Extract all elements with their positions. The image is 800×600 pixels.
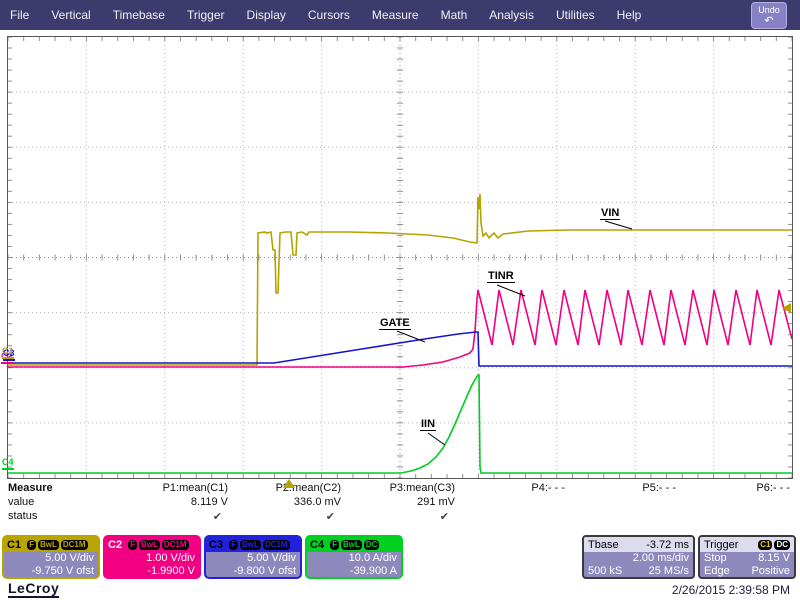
channel-offset: -39.900 A (311, 565, 397, 578)
measure-status-check: ✔ (223, 510, 341, 523)
menu-item-vertical[interactable]: Vertical (51, 8, 90, 22)
measure-column-p4[interactable]: P4:- - - (447, 482, 565, 523)
trigger-box[interactable]: Trigger C1 DC Stop 8.15 V Edge Positive (698, 535, 796, 579)
channel-id: C2 (108, 539, 122, 551)
undo-button[interactable]: Undo ↶ (751, 2, 787, 29)
oscilloscope-screen: File Vertical Timebase Trigger Display Cursor… (0, 0, 800, 600)
channel-id: C3 (209, 539, 223, 551)
measure-value: 336.0 mV (223, 496, 341, 510)
channel-box-c1[interactable]: C1 FBwLDC1M 5.00 V/div-9.750 V ofst (2, 535, 100, 579)
timebase-samples: 500 kS (588, 565, 622, 578)
measure-name: P1:mean(C1) (110, 482, 228, 496)
measure-status-check (447, 510, 565, 523)
datetime-display: 2/26/2015 2:39:58 PM (672, 583, 790, 597)
channel-badge-f: F (229, 540, 238, 550)
measure-status-check (672, 510, 790, 523)
menu-item-help[interactable]: Help (617, 8, 642, 22)
timebase-box[interactable]: Tbase -3.72 ms 2.00 ms/div 500 kS 25 MS/s (582, 535, 695, 579)
channel-offset: -9.800 V ofst (210, 565, 296, 578)
channel-box-c2[interactable]: C2 FBwLDC1M 1.00 V/div-1.9900 V (103, 535, 201, 579)
channel-scale: 10.0 A/div (311, 552, 397, 565)
timebase-delay: -3.72 ms (646, 539, 689, 551)
trigger-type: Edge (704, 565, 730, 578)
channel-badge-f: F (27, 540, 36, 550)
measure-column-p3[interactable]: P3:mean(C3)291 mV✔ (337, 482, 455, 523)
menu-item-display[interactable]: Display (247, 8, 286, 22)
channel-offset: -9.750 V ofst (8, 565, 94, 578)
channel-badge-dc: DC (364, 540, 380, 550)
measure-status-check: ✔ (110, 510, 228, 523)
channel-badge-bwl: BwL (139, 540, 160, 550)
trigger-source-badge: C1 (758, 540, 772, 550)
trigger-level-marker[interactable] (782, 303, 791, 313)
measure-name: P3:mean(C3) (337, 482, 455, 496)
measure-column-p2[interactable]: P2:mean(C2)336.0 mV✔ (223, 482, 341, 523)
footer-bar: LeCroy 2/26/2015 2:39:58 PM (0, 580, 800, 600)
channel-box-c4[interactable]: C4 FBwLDC 10.0 A/div-39.900 A (305, 535, 403, 579)
lecroy-logo: LeCroy (8, 581, 59, 598)
timebase-scale: 2.00 ms/div (633, 552, 689, 565)
channel-offset: -1.9900 V (109, 565, 195, 578)
menu-item-measure[interactable]: Measure (372, 8, 419, 22)
measure-value: 8.119 V (110, 496, 228, 510)
measure-name: P6:- - - (672, 482, 790, 496)
menu-item-utilities[interactable]: Utilities (556, 8, 595, 22)
trace-annotation-iin: IIN (420, 418, 436, 431)
channel-id: C4 (310, 539, 324, 551)
measure-row-status-label: status (8, 510, 37, 522)
trace-annotation-gate: GATE (379, 317, 411, 330)
measure-name: P4:- - - (447, 482, 565, 496)
trigger-slope: Positive (751, 565, 790, 578)
menu-item-trigger[interactable]: Trigger (187, 8, 225, 22)
measure-column-p5[interactable]: P5:- - - (558, 482, 676, 523)
measure-name: P2:mean(C2) (223, 482, 341, 496)
measure-readout: Measure value status P1:mean(C1)8.119 V✔… (0, 480, 800, 534)
measure-value (672, 496, 790, 510)
channel-badge-f: F (330, 540, 339, 550)
channel-box-c3[interactable]: C3 FBwLDC1M 5.00 V/div-9.800 V ofst (204, 535, 302, 579)
trigger-label: Trigger (704, 539, 738, 551)
channel-badge-bwl: BwL (341, 540, 362, 550)
undo-icon: ↶ (752, 16, 786, 26)
measure-status-check (558, 510, 676, 523)
channel-badge-dc1m: DC1M (263, 540, 290, 550)
measure-value (558, 496, 676, 510)
channel-badge-dc1m: DC1M (61, 540, 88, 550)
trace-annotation-tinr: TINR (487, 270, 515, 283)
measure-title: Measure (8, 482, 53, 494)
measure-row-value-label: value (8, 496, 34, 508)
menu-item-timebase[interactable]: Timebase (113, 8, 165, 22)
menu-item-math[interactable]: Math (441, 8, 468, 22)
measure-value: 291 mV (337, 496, 455, 510)
channel-scale: 5.00 V/div (210, 552, 296, 565)
channel-id: C1 (7, 539, 21, 551)
waveform-grid[interactable]: VIN TINR GATE IIN (7, 36, 793, 479)
ground-marker-c4[interactable]: C4 (2, 458, 14, 470)
measure-column-p6[interactable]: P6:- - - (672, 482, 790, 523)
channel-scale: 1.00 V/div (109, 552, 195, 565)
trigger-time-marker[interactable] (283, 479, 295, 488)
ground-marker-c1[interactable]: C1 (2, 347, 14, 359)
channel-badge-f: F (128, 540, 137, 550)
timebase-label: Tbase (588, 539, 619, 551)
menu-item-analysis[interactable]: Analysis (489, 8, 534, 22)
trigger-coupling-badge: DC (774, 540, 790, 550)
channel-scale: 5.00 V/div (8, 552, 94, 565)
menu-bar: File Vertical Timebase Trigger Display Cursor… (0, 0, 800, 30)
menu-item-cursors[interactable]: Cursors (308, 8, 350, 22)
trigger-mode: Stop (704, 552, 727, 565)
channel-badge-dc1m: DC1M (162, 540, 189, 550)
measure-value (447, 496, 565, 510)
timebase-rate: 25 MS/s (649, 565, 689, 578)
menu-item-file[interactable]: File (10, 8, 29, 22)
measure-status-check: ✔ (337, 510, 455, 523)
measure-column-p1[interactable]: P1:mean(C1)8.119 V✔ (110, 482, 228, 523)
scope-svg (8, 37, 792, 478)
channel-badge-bwl: BwL (38, 540, 59, 550)
trigger-level: 8.15 V (758, 552, 790, 565)
trace-annotation-vin: VIN (600, 207, 620, 220)
channel-badge-bwl: BwL (240, 540, 261, 550)
measure-name: P5:- - - (558, 482, 676, 496)
